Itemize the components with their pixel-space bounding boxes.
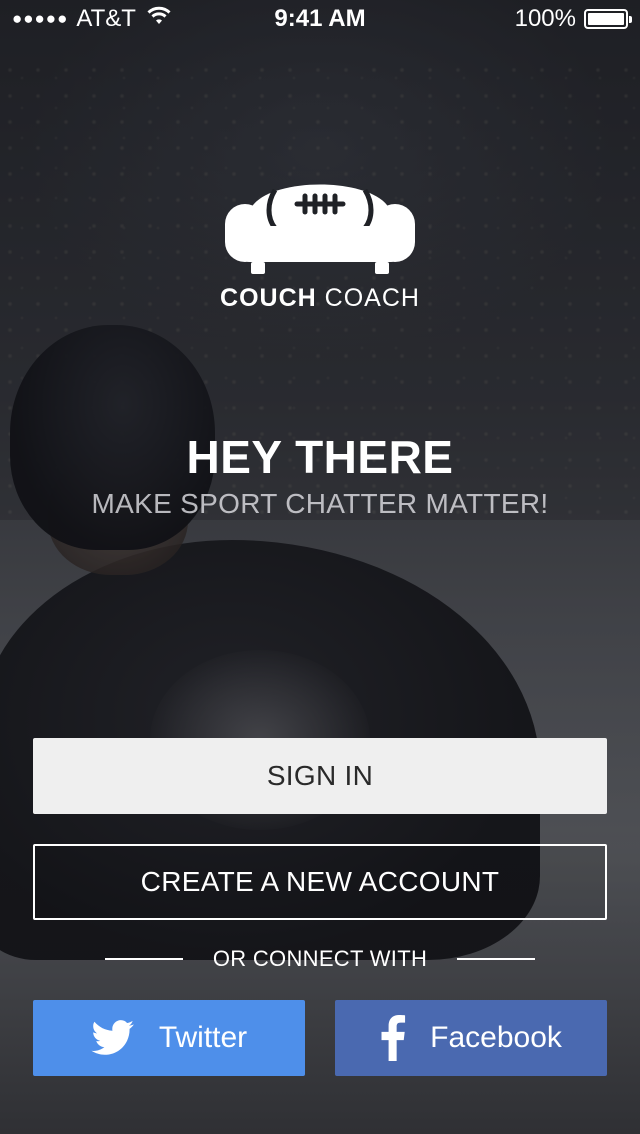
battery-fill <box>588 13 624 25</box>
status-right: 100% <box>514 5 632 33</box>
twitter-bird-icon <box>91 1020 135 1056</box>
brand-name: COUCH COACH <box>0 284 640 313</box>
twitter-label: Twitter <box>158 1021 248 1054</box>
hero-title: HEY THERE <box>186 431 454 483</box>
brand-name-bold: COUCH <box>220 284 317 312</box>
hero-subtitle: MAKE SPORT CHATTER MATTER! <box>91 488 549 519</box>
create-account-button[interactable]: CREATE A NEW ACCOUNT <box>33 844 607 920</box>
app-logo: COUCH COACH <box>0 168 640 313</box>
brand-name-light: COACH <box>324 284 420 312</box>
facebook-label: Facebook <box>430 1021 562 1054</box>
status-bar: ●●●●● AT&T 9:41 AM 100% <box>0 0 640 40</box>
couch-football-icon <box>225 184 415 274</box>
battery-percent: 100% <box>514 5 576 32</box>
facebook-f-icon <box>380 1015 406 1061</box>
facebook-button[interactable]: Facebook <box>335 1000 607 1076</box>
divider-line-left <box>104 958 183 960</box>
connect-divider: OR CONNECT WITH <box>0 946 640 972</box>
battery-icon <box>584 9 632 29</box>
sign-in-button[interactable]: SIGN IN <box>33 738 607 814</box>
connect-label: OR CONNECT WITH <box>212 946 428 971</box>
hero: HEY THERE MAKE SPORT CHATTER MATTER! <box>0 430 640 520</box>
twitter-button[interactable]: Twitter <box>33 1000 305 1076</box>
divider-line-right <box>457 958 536 960</box>
